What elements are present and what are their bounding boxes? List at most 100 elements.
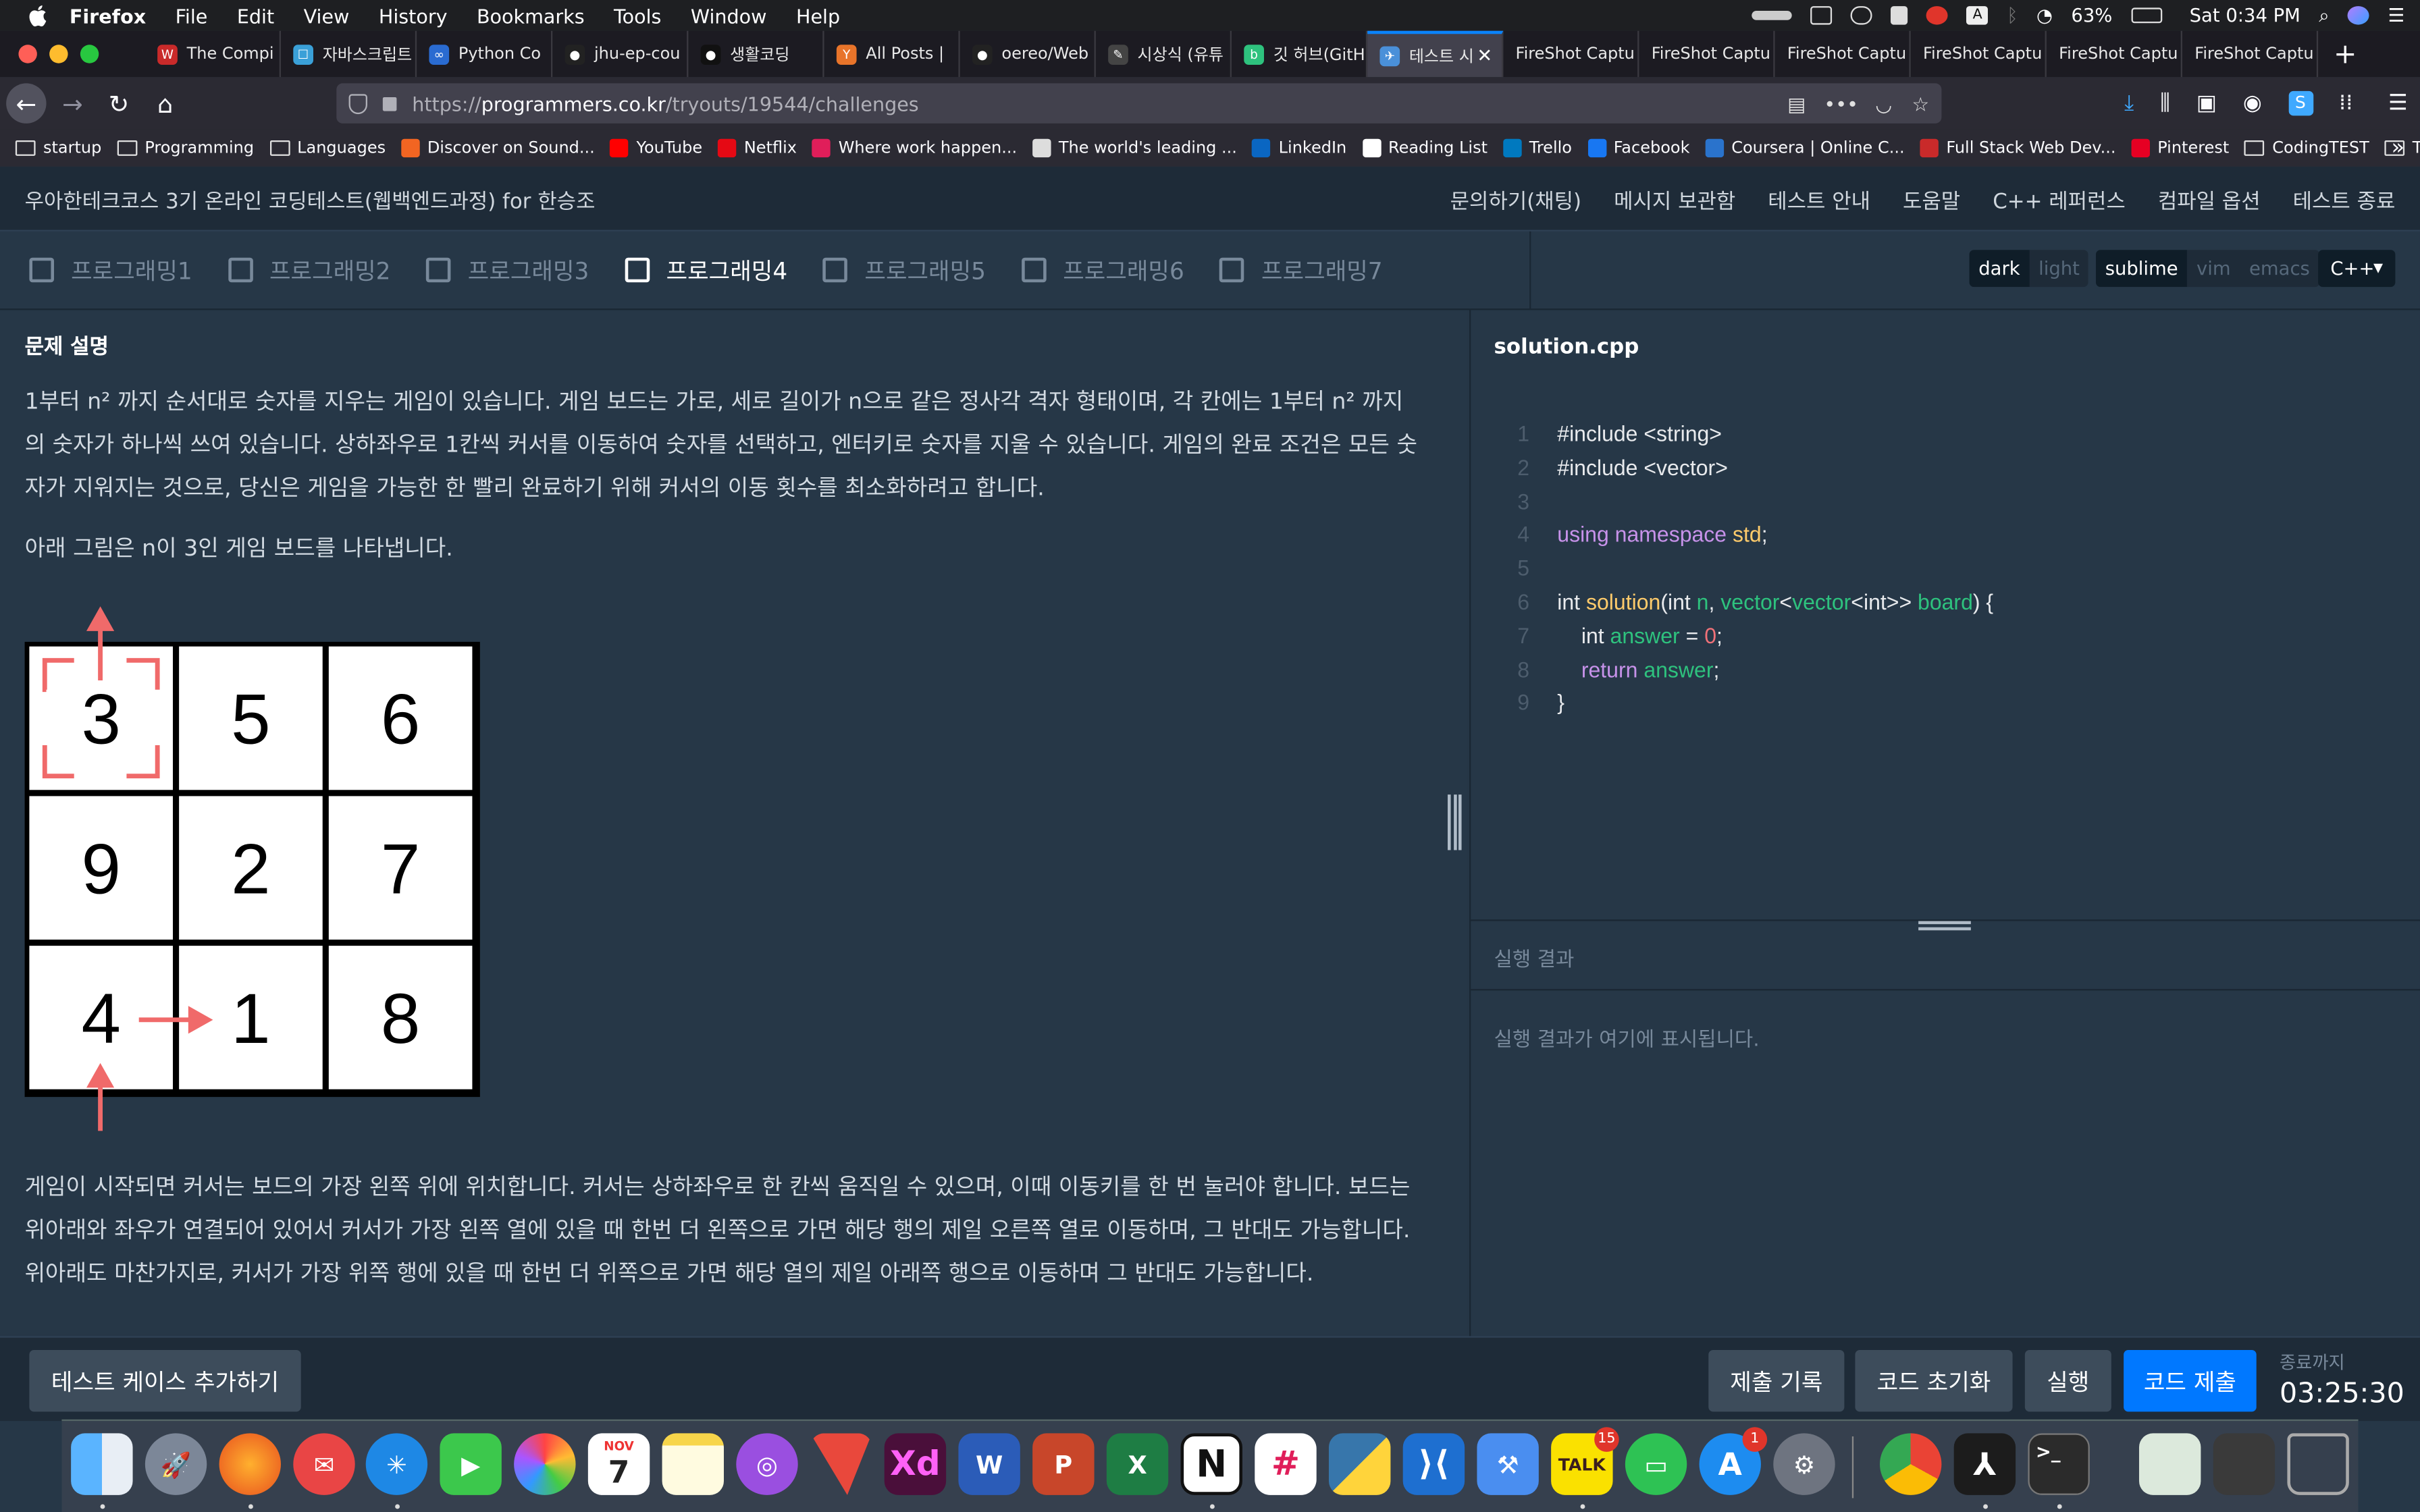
browser-tab[interactable]: Y All Posts | bbox=[824, 30, 960, 78]
library-icon[interactable]: ⫼ bbox=[2160, 91, 2170, 116]
menu-view[interactable]: View bbox=[304, 4, 350, 27]
keymap-emacs-option[interactable]: emacs bbox=[2240, 250, 2319, 287]
browser-tab[interactable]: W The Compi bbox=[145, 30, 281, 78]
browser-tab[interactable]: b 깃 허브(GitH bbox=[1232, 30, 1368, 78]
apple-icon[interactable] bbox=[26, 3, 51, 28]
run-button[interactable]: 실행 bbox=[2024, 1349, 2111, 1412]
terminal-icon[interactable]: >_ bbox=[2028, 1433, 2090, 1495]
code-area[interactable]: 1 #include <string> 2 #include <vector> 3 … bbox=[1471, 418, 1993, 720]
tab-programming-6[interactable]: 프로그래밍6 bbox=[1021, 254, 1184, 286]
keymap-sublime-option[interactable]: sublime bbox=[2095, 250, 2188, 288]
back-button[interactable]: ← bbox=[6, 83, 47, 124]
browser-tab[interactable]: FireShot Captu bbox=[2182, 30, 2319, 78]
bookmark-star-icon[interactable]: ☆ bbox=[1912, 92, 1929, 115]
menu-tools[interactable]: Tools bbox=[614, 4, 661, 27]
tracking-protection-icon[interactable] bbox=[348, 93, 367, 113]
adobe-xd-icon[interactable]: Xd bbox=[884, 1433, 947, 1495]
end-test-link[interactable]: 테스트 종료 bbox=[2293, 184, 2396, 215]
bookmark-folder[interactable]: startup bbox=[15, 139, 101, 157]
chrome-icon[interactable] bbox=[1879, 1433, 1942, 1495]
keymap-vim-option[interactable]: vim bbox=[2187, 250, 2240, 287]
bookmark-item[interactable]: Where work happen... bbox=[812, 138, 1017, 158]
bookmark-item[interactable]: Discover on Sound... bbox=[400, 138, 595, 158]
system-preferences-icon[interactable]: ⚙ bbox=[1773, 1433, 1835, 1495]
new-tab-button[interactable]: + bbox=[2334, 38, 2357, 70]
python-launcher-icon[interactable] bbox=[1328, 1433, 1391, 1495]
menu-help[interactable]: Help bbox=[796, 4, 840, 27]
tab-programming-4[interactable]: 프로그래밍4 bbox=[624, 254, 787, 286]
input-source-icon[interactable]: A bbox=[1966, 6, 1989, 25]
theme-light-option[interactable]: light bbox=[2029, 250, 2088, 287]
close-tab-icon[interactable]: ✕ bbox=[1477, 45, 1492, 66]
bookmark-item[interactable]: The world's leading ... bbox=[1032, 138, 1237, 158]
message-box-link[interactable]: 메시지 보관함 bbox=[1614, 184, 1735, 215]
browser-tab[interactable]: ✈ 테스트 시 ✕ bbox=[1367, 30, 1504, 78]
reset-code-button[interactable]: 코드 초기화 bbox=[1855, 1349, 2013, 1412]
submission-history-button[interactable]: 제출 기록 bbox=[1708, 1349, 1845, 1412]
theme-dark-option[interactable]: dark bbox=[1969, 250, 2030, 288]
xcode-icon[interactable]: ⚒ bbox=[1477, 1433, 1539, 1495]
airmail-icon[interactable]: ✉ bbox=[293, 1433, 355, 1495]
podcasts-icon[interactable]: ◎ bbox=[736, 1433, 798, 1495]
clock[interactable]: Sat 0:34 PM bbox=[2190, 5, 2300, 26]
menu-edit[interactable]: Edit bbox=[237, 4, 274, 27]
firefox-icon[interactable] bbox=[219, 1433, 281, 1495]
pocket-app-icon[interactable] bbox=[810, 1433, 872, 1495]
browser-tab[interactable]: FireShot Captu bbox=[1775, 30, 1911, 78]
menu-window[interactable]: Window bbox=[691, 4, 767, 27]
code-editor[interactable]: solution.cpp 1 #include <string> 2 #includ… bbox=[1469, 310, 2420, 920]
url-text[interactable]: https://programmers.co.kr/tryouts/19544/… bbox=[412, 92, 918, 115]
close-window-button[interactable] bbox=[18, 45, 37, 63]
test-guide-link[interactable]: 테스트 안내 bbox=[1768, 184, 1870, 215]
menu-icon[interactable]: ☰ bbox=[2388, 91, 2408, 116]
browser-tab[interactable]: ☐ 자바스크립트 bbox=[281, 30, 417, 78]
record-icon[interactable] bbox=[1926, 6, 1949, 25]
bookmark-item[interactable]: Reading List bbox=[1362, 138, 1488, 158]
forward-button[interactable]: → bbox=[53, 83, 93, 123]
word-icon[interactable]: W bbox=[958, 1433, 1020, 1495]
bookmark-item[interactable]: YouTube bbox=[610, 138, 702, 158]
stacked-document-icon[interactable] bbox=[2138, 1433, 2201, 1495]
url-bar[interactable]: https://programmers.co.kr/tryouts/19544/… bbox=[336, 83, 1942, 124]
photos-icon[interactable] bbox=[514, 1433, 576, 1495]
messages-icon[interactable]: ▭ bbox=[1625, 1433, 1687, 1495]
bookmark-item[interactable]: Netflix bbox=[717, 138, 797, 158]
more-bookmarks-icon[interactable]: » bbox=[2392, 136, 2405, 161]
chat-inquiry-link[interactable]: 문의하기(채팅) bbox=[1450, 184, 1581, 215]
horizontal-splitter-handle[interactable] bbox=[1918, 921, 1971, 937]
tab-programming-5[interactable]: 프로그래밍5 bbox=[822, 254, 986, 286]
help-link[interactable]: 도움말 bbox=[1903, 184, 1960, 215]
menu-app-name[interactable]: Firefox bbox=[70, 4, 146, 27]
submit-code-button[interactable]: 코드 제출 bbox=[2124, 1349, 2257, 1412]
browser-tab[interactable]: ∞ Python Co bbox=[417, 30, 553, 78]
battery-icon[interactable] bbox=[2130, 7, 2162, 24]
facetime-icon[interactable]: ▶ bbox=[440, 1433, 502, 1495]
browser-tab[interactable]: ● 생활코딩 bbox=[688, 30, 824, 78]
browser-tab[interactable]: FireShot Captu bbox=[1911, 30, 2047, 78]
cpp-reference-link[interactable]: C++ 레퍼런스 bbox=[1993, 184, 2126, 215]
downloads-icon[interactable]: ⤓ bbox=[2124, 91, 2134, 116]
wifi-icon[interactable]: ◔ bbox=[2036, 5, 2053, 26]
pocket-icon[interactable]: ◡ bbox=[1875, 92, 1892, 115]
bluetooth-icon[interactable]: ᛒ bbox=[2007, 5, 2018, 26]
browser-tab[interactable]: ● jhu-ep-cou bbox=[552, 30, 689, 78]
page-actions-icon[interactable]: ••• bbox=[1824, 92, 1858, 115]
notion-icon[interactable]: N bbox=[1180, 1433, 1242, 1495]
spotlight-icon[interactable]: ⌕ bbox=[2319, 4, 2329, 27]
excel-icon[interactable]: X bbox=[1106, 1433, 1169, 1495]
extension-s-icon[interactable]: S bbox=[2288, 90, 2313, 116]
bookmark-item[interactable]: Trello bbox=[1502, 138, 1572, 158]
extension-grid-icon[interactable]: ⁞⁞ bbox=[2339, 91, 2352, 116]
trash-icon[interactable] bbox=[2287, 1433, 2349, 1495]
bookmark-item[interactable]: Facebook bbox=[1587, 138, 1689, 158]
bookmark-item[interactable]: Coursera | Online C... bbox=[1705, 138, 1905, 158]
acrobat-icon[interactable]: ⅄ bbox=[1953, 1433, 2016, 1495]
browser-tab[interactable]: ● oereo/Web bbox=[960, 30, 1096, 78]
vscode-icon[interactable]: ⟩⟨ bbox=[1402, 1433, 1465, 1495]
browser-tab[interactable]: FireShot Captu bbox=[1503, 30, 1639, 78]
browser-tab[interactable]: FireShot Captu bbox=[2047, 30, 2182, 78]
creative-cloud-icon[interactable] bbox=[1851, 6, 1873, 25]
compile-options-link[interactable]: 컴파일 옵션 bbox=[2158, 184, 2261, 215]
slack-icon[interactable]: # bbox=[1255, 1433, 1317, 1495]
siri-icon[interactable] bbox=[2348, 6, 2370, 25]
